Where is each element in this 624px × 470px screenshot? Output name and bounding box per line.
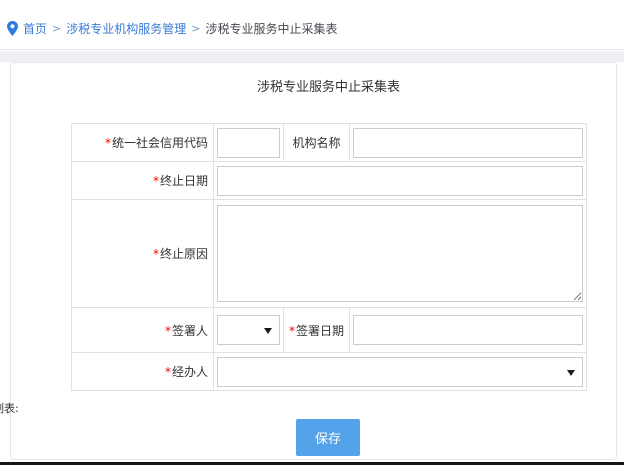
end-reason-textarea[interactable] — [217, 205, 583, 302]
handler-select[interactable] — [217, 357, 583, 387]
breadcrumb: 首页 > 涉税专业机构服务管理 > 涉税专业服务中止采集表 — [7, 21, 337, 36]
signer-select[interactable] — [217, 315, 280, 345]
credit-code-input[interactable] — [217, 128, 280, 158]
breadcrumb-bar: 首页 > 涉税专业机构服务管理 > 涉税专业服务中止采集表 — [0, 0, 624, 50]
required-asterisk: * — [153, 247, 159, 261]
end-reason-label: *终止原因 — [72, 200, 214, 308]
end-date-label: *终止日期 — [72, 162, 214, 200]
table-row: *终止原因 — [72, 200, 587, 308]
dropdown-caret-icon — [567, 370, 575, 376]
form-panel: 涉税专业服务中止采集表 *统一社会信用代码 机构名称 *终止日期 — [10, 62, 617, 460]
sign-date-input[interactable] — [353, 315, 583, 345]
org-name-label: 机构名称 — [284, 124, 350, 162]
signer-label: *签署人 — [72, 308, 214, 353]
breadcrumb-separator: > — [52, 22, 61, 36]
sign-date-label: *签署日期 — [284, 308, 350, 353]
breadcrumb-current: 涉税专业服务中止采集表 — [205, 22, 337, 36]
credit-code-label: *统一社会信用代码 — [72, 124, 214, 162]
location-pin-icon — [7, 21, 18, 36]
required-asterisk: * — [165, 365, 171, 379]
footnote-label: 制表: — [0, 400, 19, 416]
breadcrumb-home[interactable]: 首页 — [23, 22, 47, 36]
table-row: *经办人 — [72, 353, 587, 391]
save-button[interactable]: 保存 — [296, 419, 360, 456]
breadcrumb-separator: > — [191, 22, 200, 36]
required-asterisk: * — [165, 324, 171, 338]
org-name-input[interactable] — [353, 128, 583, 158]
table-row: *终止日期 — [72, 162, 587, 200]
table-row: *签署人 *签署日期 — [72, 308, 587, 353]
page-background-band — [0, 51, 624, 62]
required-asterisk: * — [105, 136, 111, 150]
required-asterisk: * — [153, 174, 159, 188]
handler-label: *经办人 — [72, 353, 214, 391]
breadcrumb-section[interactable]: 涉税专业机构服务管理 — [66, 22, 186, 36]
table-row: *统一社会信用代码 机构名称 — [72, 124, 587, 162]
dropdown-caret-icon — [264, 328, 272, 334]
window-bottom-edge — [0, 462, 624, 465]
required-asterisk: * — [289, 324, 295, 338]
form-title: 涉税专业服务中止采集表 — [71, 76, 586, 95]
form-table: *统一社会信用代码 机构名称 *终止日期 *终止原因 — [71, 123, 587, 391]
end-date-input[interactable] — [217, 166, 583, 196]
